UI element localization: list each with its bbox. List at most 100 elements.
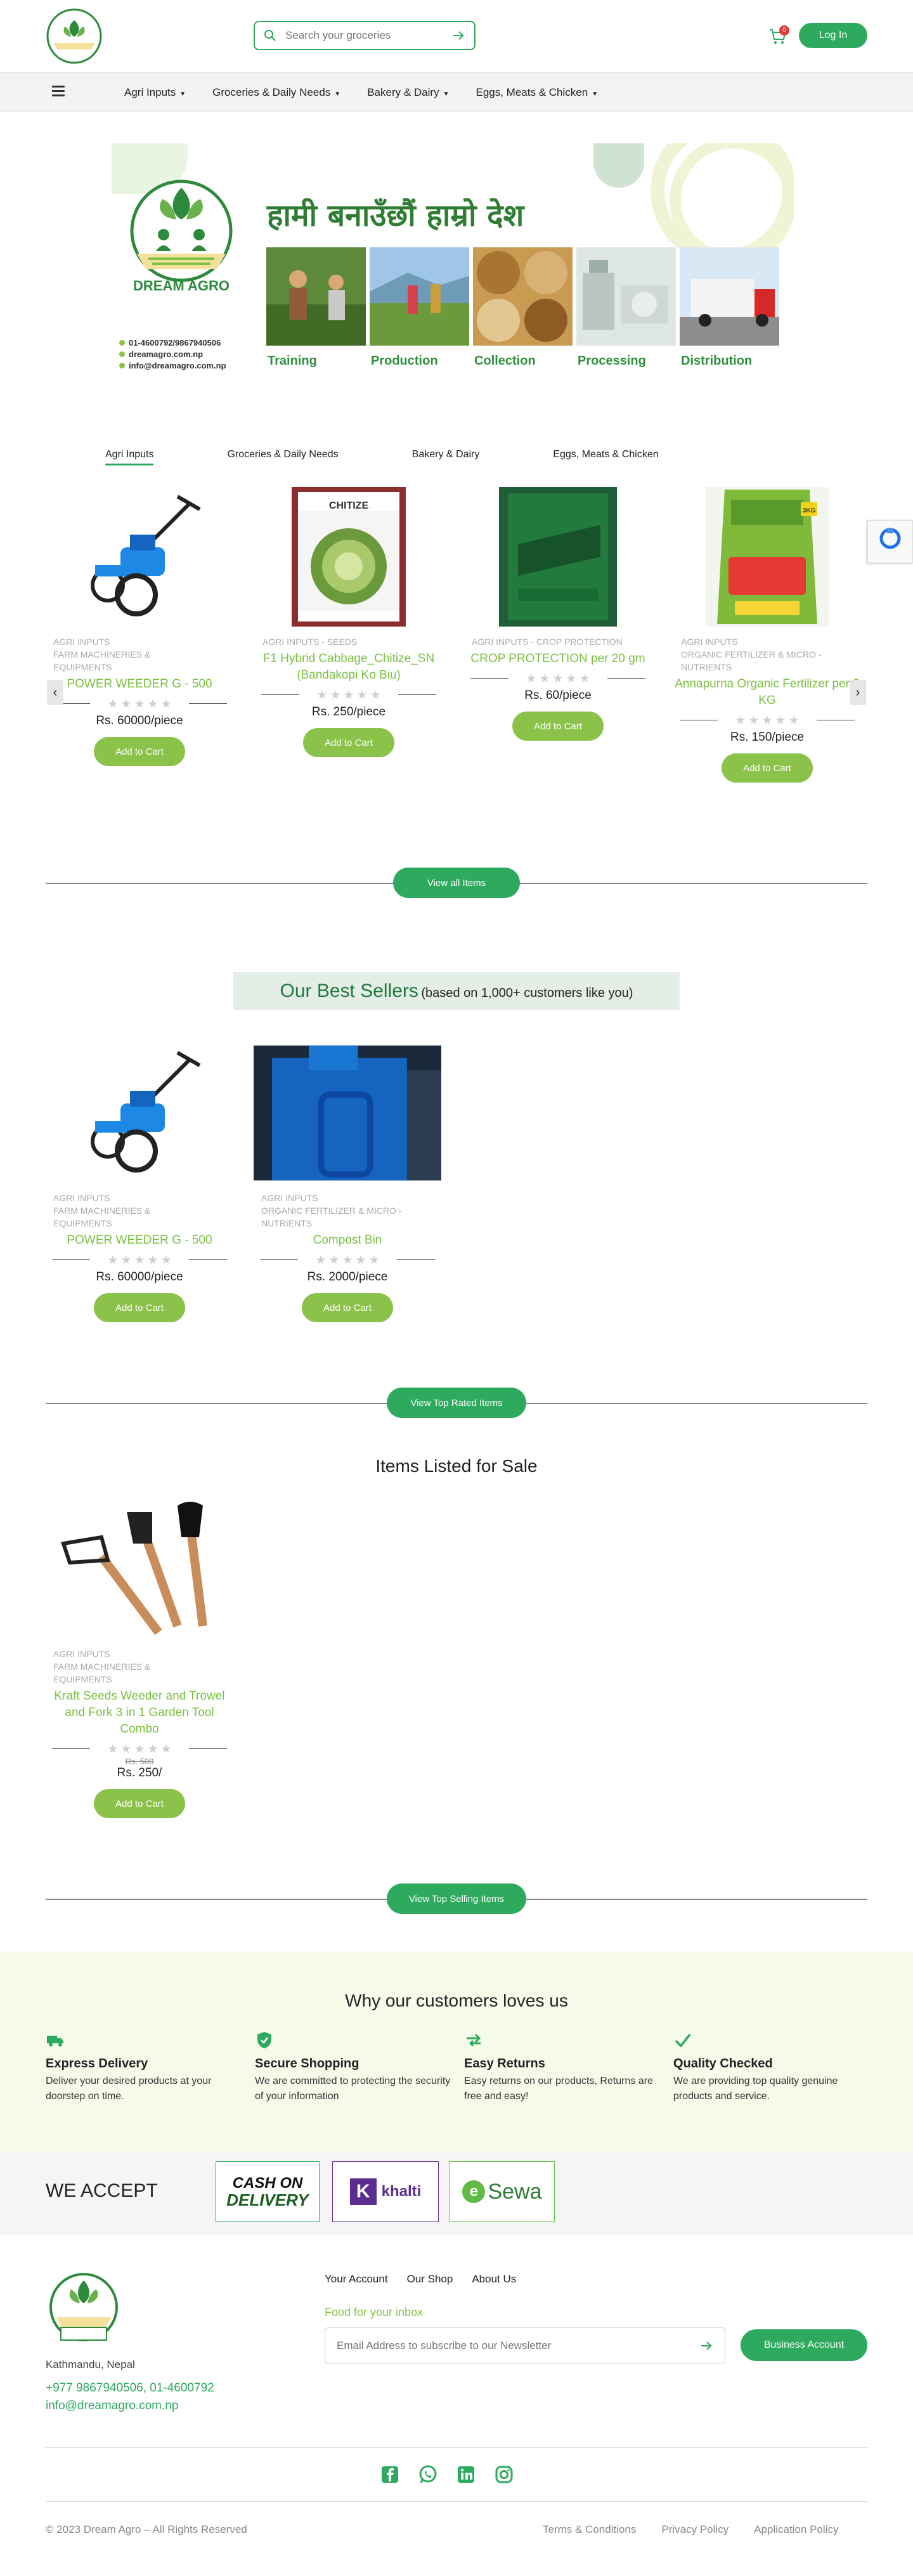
product-name[interactable]: POWER WEEDER G - 500 <box>46 676 233 693</box>
instagram-icon[interactable] <box>495 2465 514 2484</box>
nav-item-agri-inputs[interactable]: Agri Inputs ▼ <box>124 86 186 99</box>
nav-item-eggs-meats[interactable]: Eggs, Meats & Chicken ▼ <box>476 86 598 99</box>
copyright-text: © 2023 Dream Agro – All Rights Reserved <box>46 2523 247 2535</box>
arrow-right-icon[interactable] <box>451 29 465 42</box>
hamburger-menu-icon[interactable] <box>52 86 65 97</box>
label-training: Training <box>268 354 317 368</box>
star-rating: ★ ★ ★ ★ ★ <box>464 672 652 686</box>
view-all-divider: View all Items <box>46 868 867 898</box>
banner-title: हामी बनाउँछौं हाम्रो देश <box>267 198 524 233</box>
linkedin-icon[interactable] <box>456 2465 476 2484</box>
label-production: Production <box>371 354 438 368</box>
top-header: 0 Log In <box>0 0 913 72</box>
carousel-next-arrow-icon[interactable]: › <box>850 680 866 705</box>
footer-link-our-shop[interactable]: Our Shop <box>407 2273 453 2286</box>
product-card[interactable]: AGRI INPUTS FARM MACHINERIES & EQUIPMENTS … <box>46 1043 233 1322</box>
label-processing: Processing <box>578 354 646 368</box>
nav-item-groceries[interactable]: Groceries & Daily Needs ▼ <box>212 86 340 99</box>
newsletter-field[interactable] <box>325 2327 725 2364</box>
cash-on-delivery-logo: CASH ON DELIVERY <box>216 2161 320 2222</box>
crop-protection-pack-image <box>499 487 617 627</box>
facebook-icon[interactable] <box>380 2465 399 2484</box>
product-card[interactable]: AGRI INPUTS FARM MACHINERIES & EQUIPMENTS … <box>46 1499 233 1818</box>
recaptcha-badge[interactable] <box>867 520 913 563</box>
arrow-right-icon[interactable] <box>699 2339 713 2353</box>
web-icon <box>119 351 125 357</box>
application-policy-link[interactable]: Application Policy <box>754 2523 838 2536</box>
best-sellers-heading: Our Best Sellers (based on 1,000+ custom… <box>233 972 680 1010</box>
power-weeder-image <box>91 495 201 616</box>
product-name[interactable]: CROP PROTECTION per 20 gm <box>464 651 652 667</box>
product-card[interactable]: CHITIZE AGRI INPUTS - SEEDS F1 Hybrid Ca… <box>255 487 443 757</box>
whatsapp-icon[interactable] <box>418 2465 437 2484</box>
tab-bakery[interactable]: Bakery & Dairy <box>412 449 480 465</box>
product-card[interactable]: AGRI INPUTS - CROP PROTECTION CROP PROTE… <box>464 487 652 741</box>
caret-down-icon: ▼ <box>592 91 599 98</box>
we-accept-label: WE ACCEPT <box>46 2180 158 2201</box>
power-weeder-image <box>91 1051 201 1173</box>
product-name[interactable]: F1 Hybrid Cabbage_Chitize_SN (Bandakopi … <box>255 651 443 684</box>
cart-count-badge: 0 <box>779 25 789 36</box>
why-section: Why our customers loves us Express Deliv… <box>0 1951 913 2151</box>
add-to-cart-button[interactable]: Add to Cart <box>722 753 813 783</box>
product-name[interactable]: POWER WEEDER G - 500 <box>46 1232 233 1249</box>
svg-text:CHITIZE: CHITIZE <box>329 500 369 511</box>
caret-down-icon: ▼ <box>443 91 450 98</box>
product-card[interactable]: 3KG AGRI INPUTS ORGANIC FERTILIZER & MICR… <box>673 487 861 783</box>
phone-icon <box>119 340 125 346</box>
login-button[interactable]: Log In <box>799 23 867 48</box>
carousel-prev-arrow-icon[interactable]: ‹ <box>47 680 63 705</box>
add-to-cart-button[interactable]: Add to Cart <box>303 728 394 757</box>
collection-photo <box>473 247 573 346</box>
product-card[interactable]: AGRI INPUTS ORGANIC FERTILIZER & MICRO -N… <box>254 1043 441 1322</box>
feature-express-delivery: Express Delivery Deliver your desired pr… <box>46 2031 242 2104</box>
feature-easy-returns: Easy Returns Easy returns on our product… <box>464 2031 661 2104</box>
product-name[interactable]: Kraft Seeds Weeder and Trowel and Fork 3… <box>46 1688 233 1738</box>
footer-logo[interactable] <box>46 2272 122 2348</box>
add-to-cart-button[interactable]: Add to Cart <box>512 712 604 741</box>
hero-banner[interactable]: DREAM AGRO हामी बनाउँछौं हाम्रो देश Trai… <box>112 143 794 381</box>
search-icon <box>264 30 276 41</box>
view-top-rated-button[interactable]: View Top Rated Items <box>387 1388 526 1418</box>
top-rated-divider: View Top Rated Items <box>46 1388 867 1418</box>
view-all-items-button[interactable]: View all Items <box>393 868 520 898</box>
search-input[interactable] <box>285 29 451 42</box>
checkmark-icon <box>675 2033 691 2048</box>
feature-secure-shopping: Secure Shopping We are committed to prot… <box>255 2031 451 2104</box>
terms-link[interactable]: Terms & Conditions <box>543 2523 636 2536</box>
caret-down-icon: ▼ <box>179 91 186 98</box>
banner-contact: 01-4600792/9867940506 dreamagro.com.np i… <box>119 337 226 372</box>
footer-link-your-account[interactable]: Your Account <box>325 2273 388 2286</box>
production-photo <box>370 247 469 346</box>
footer-phone[interactable]: +977 9867940506, 01-4600792 <box>46 2381 214 2395</box>
tab-groceries[interactable]: Groceries & Daily Needs <box>227 449 338 465</box>
product-name[interactable]: Annapurna Organic Fertilizer per 3 KG <box>673 676 861 709</box>
banner-labels: Training Production Collection Processin… <box>268 354 784 368</box>
star-rating: ★ ★ ★ ★ ★ <box>254 1254 441 1267</box>
product-card[interactable]: AGRI INPUTS FARM MACHINERIES & EQUIPMENTS … <box>46 487 233 766</box>
add-to-cart-button[interactable]: Add to Cart <box>94 1293 185 1322</box>
business-account-button[interactable]: Business Account <box>741 2329 867 2361</box>
nav-item-bakery[interactable]: Bakery & Dairy ▼ <box>367 86 449 99</box>
add-to-cart-button[interactable]: Add to Cart <box>302 1293 393 1322</box>
category-tabs: Agri Inputs Groceries & Daily Needs Bake… <box>105 449 732 465</box>
product-name[interactable]: Compost Bin <box>254 1232 441 1249</box>
main-nav: Agri Inputs ▼ Groceries & Daily Needs ▼ Ba… <box>0 72 913 112</box>
add-to-cart-button[interactable]: Add to Cart <box>94 737 185 766</box>
product-price: Rs. 150/piece <box>730 731 805 744</box>
label-distribution: Distribution <box>681 354 753 368</box>
add-to-cart-button[interactable]: Add to Cart <box>94 1789 185 1818</box>
dream-agro-logo[interactable] <box>46 8 103 65</box>
newsletter-email-input[interactable] <box>337 2339 699 2352</box>
organic-fertilizer-pack-image: 3KG <box>706 487 829 627</box>
footer-divider <box>46 2447 867 2448</box>
search-bar[interactable] <box>254 21 476 50</box>
tab-eggs-meats[interactable]: Eggs, Meats & Chicken <box>553 449 658 465</box>
view-top-selling-button[interactable]: View Top Selling Items <box>387 1883 526 1914</box>
tab-agri-inputs[interactable]: Agri Inputs <box>105 449 154 465</box>
star-rating: ★ ★ ★ ★ ★ <box>46 1254 233 1267</box>
footer-email[interactable]: info@dreamagro.com.np <box>46 2399 178 2413</box>
footer-link-about-us[interactable]: About Us <box>472 2273 516 2286</box>
privacy-link[interactable]: Privacy Policy <box>661 2523 728 2536</box>
shield-icon <box>257 2032 271 2048</box>
